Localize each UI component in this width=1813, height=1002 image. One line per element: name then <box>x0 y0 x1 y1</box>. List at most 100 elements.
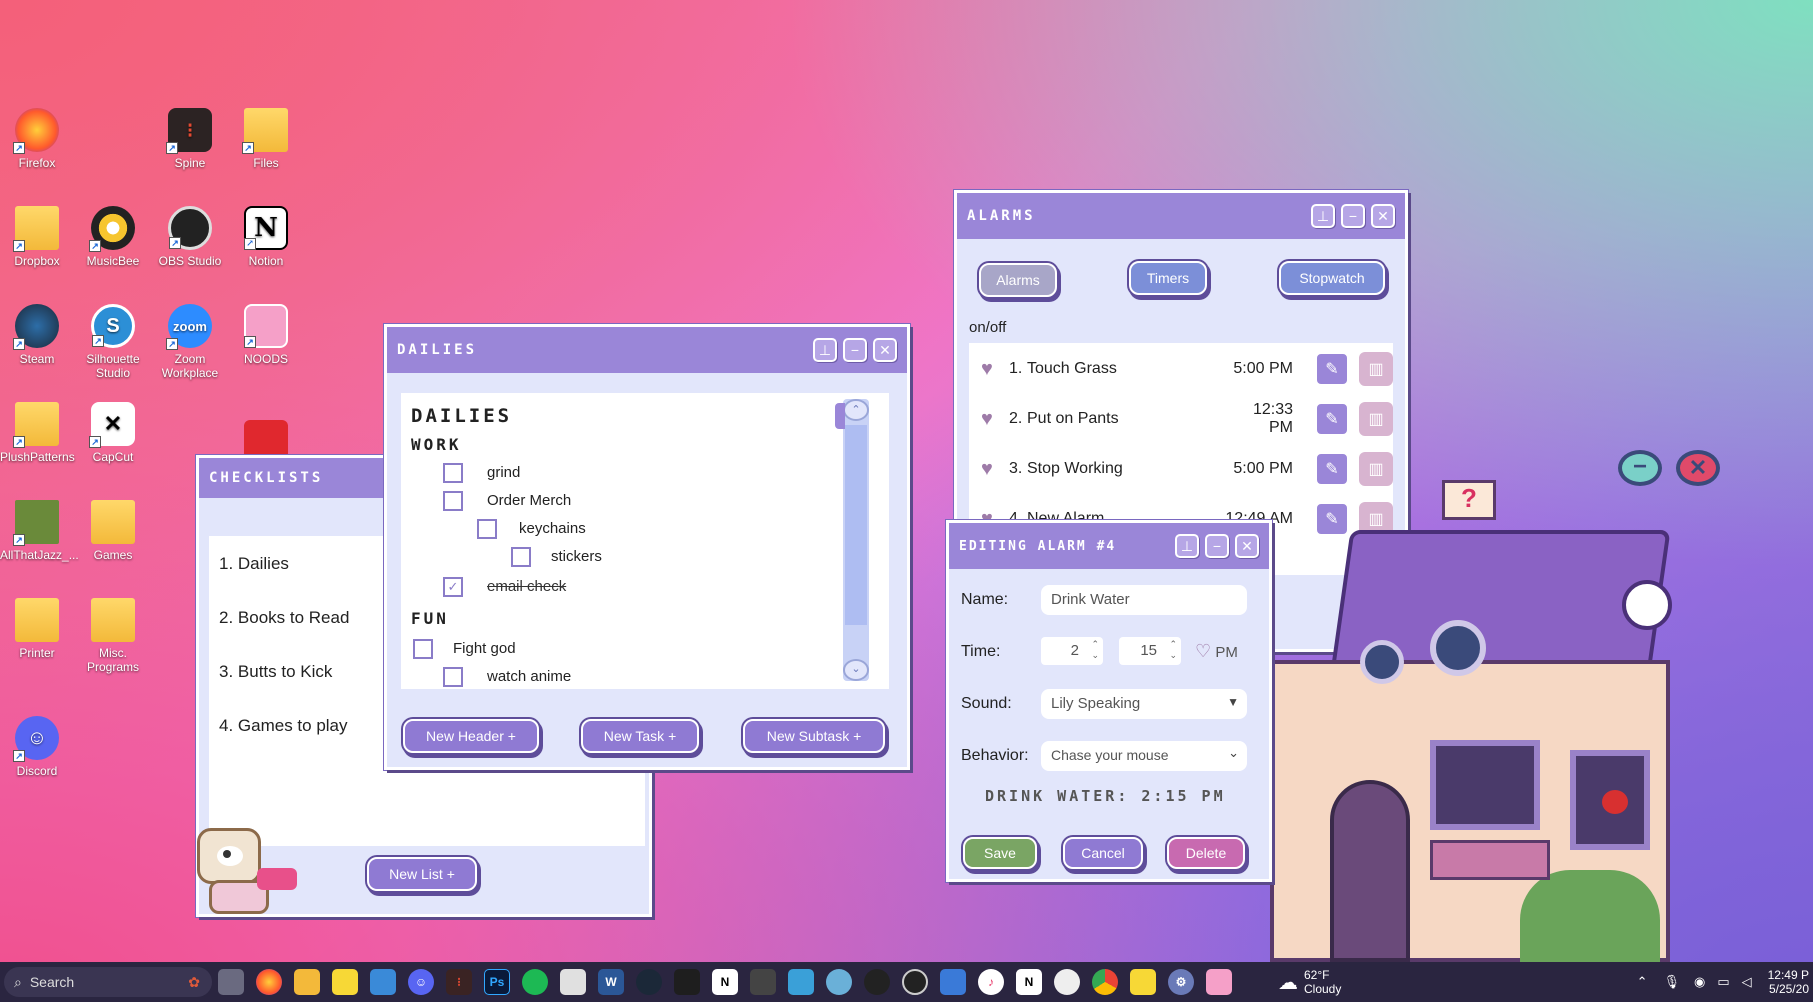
tab-stopwatch[interactable]: Stopwatch <box>1279 261 1385 295</box>
ampm-toggle[interactable]: ♡ PM <box>1195 641 1238 662</box>
subtask-label[interactable]: stickers <box>551 548 602 565</box>
desktop-icon-allthatjazz[interactable]: ↗ AllThatJazz_... <box>0 500 79 562</box>
behavior-select[interactable]: Chase your mouse ⌄ <box>1041 741 1247 771</box>
sticky-notes-icon[interactable] <box>332 969 358 995</box>
desktop-icon-discord[interactable]: ☺ ↗ Discord <box>0 716 74 778</box>
clock[interactable]: 12:49 P 5/25/20 <box>1768 968 1809 996</box>
pin-icon[interactable]: ⊥ <box>1175 534 1199 558</box>
scroll-up-icon[interactable]: ⌃ <box>843 399 869 421</box>
pin-icon[interactable]: ⊥ <box>1311 204 1335 228</box>
delete-button[interactable]: Delete <box>1167 837 1245 869</box>
task-view-icon[interactable] <box>218 969 244 995</box>
minute-stepper[interactable]: 15 ⌃ ⌄ <box>1119 637 1181 665</box>
task-checkbox[interactable] <box>443 667 463 687</box>
task-checkbox[interactable] <box>443 463 463 483</box>
file-explorer-icon[interactable] <box>294 969 320 995</box>
task-checkbox-checked[interactable]: ✓ <box>443 577 463 597</box>
desktop-icon-capcut[interactable]: ✕ ↗ CapCut <box>76 402 150 464</box>
trash-icon[interactable]: ▥ <box>1359 402 1393 436</box>
new-subtask-button[interactable]: New Subtask + <box>743 719 885 753</box>
chevron-up-icon[interactable]: ⌃ <box>1637 974 1648 990</box>
stepper-arrows-icon[interactable]: ⌃ ⌄ <box>1169 639 1177 661</box>
desktop-icon-dropbox[interactable]: ↗ Dropbox <box>0 206 74 268</box>
hour-stepper[interactable]: 2 ⌃ ⌄ <box>1041 637 1103 665</box>
edit-icon[interactable]: ✎ <box>1315 402 1349 436</box>
desktop-icon-obs[interactable]: ↗ OBS Studio <box>153 206 227 268</box>
noods-icon[interactable] <box>1206 969 1232 995</box>
edit-icon[interactable]: ✎ <box>1315 352 1349 386</box>
microphone-icon[interactable]: 🎙 <box>1663 974 1680 990</box>
heart-toggle-icon[interactable]: ♥ <box>981 358 1009 381</box>
discord-icon[interactable]: ☺ <box>408 969 434 995</box>
alarm-row[interactable]: ♥ 2. Put on Pants 12:33 PM ✎ ▥ <box>981 397 1393 441</box>
figma-icon[interactable] <box>674 969 700 995</box>
sticky-notes-icon[interactable] <box>1130 969 1156 995</box>
github-icon[interactable] <box>1054 969 1080 995</box>
unity-icon[interactable] <box>750 969 776 995</box>
snipping-icon[interactable] <box>560 969 586 995</box>
desktop-icon-plushpatterns[interactable]: ↗ PlushPatterns <box>0 402 75 464</box>
minimize-icon[interactable]: − <box>1205 534 1229 558</box>
task-label[interactable]: watch anime <box>487 668 571 685</box>
list-item[interactable]: 1. Dailies <box>219 554 289 574</box>
task-label-done[interactable]: email check <box>487 578 566 595</box>
scroll-down-icon[interactable]: ⌄ <box>843 659 869 681</box>
settings-gear-icon[interactable]: ⚙ <box>1168 969 1194 995</box>
save-button[interactable]: Save <box>963 837 1037 869</box>
word-icon[interactable]: W <box>598 969 624 995</box>
photoshop-icon[interactable]: Ps <box>484 969 510 995</box>
sound-select[interactable]: Lily Speaking ▼ <box>1041 689 1247 719</box>
steam-icon[interactable] <box>636 969 662 995</box>
desktop-icon-silhouette[interactable]: S ↗ Silhouette Studio <box>76 304 150 380</box>
desktop-icon-games[interactable]: Games <box>76 500 150 562</box>
task-checkbox[interactable] <box>443 491 463 511</box>
close-icon[interactable]: ✕ <box>873 338 897 362</box>
new-header-button[interactable]: New Header + <box>403 719 539 753</box>
minimize-icon[interactable]: − <box>843 338 867 362</box>
close-icon[interactable]: ✕ <box>1371 204 1395 228</box>
task-label[interactable]: grind <box>487 464 520 481</box>
desktop-icon-zoom[interactable]: zoom ↗ Zoom Workplace <box>153 304 227 380</box>
desktop-icon-spine[interactable]: ⁝ ↗ Spine <box>153 108 227 170</box>
cancel-button[interactable]: Cancel <box>1063 837 1143 869</box>
obs-icon[interactable] <box>902 969 928 995</box>
name-input[interactable]: Drink Water <box>1041 585 1247 615</box>
photos-icon[interactable] <box>370 969 396 995</box>
desktop-icon-files[interactable]: ↗ Files <box>229 108 303 170</box>
firefox-icon[interactable] <box>256 969 282 995</box>
tab-timers[interactable]: Timers <box>1129 261 1207 295</box>
spotify-icon[interactable] <box>522 969 548 995</box>
list-item[interactable]: 4. Games to play <box>219 716 348 736</box>
minimize-icon[interactable]: − <box>1341 204 1365 228</box>
dailies-titlebar[interactable]: DAILIES ⊥ − ✕ <box>387 327 907 373</box>
chrome-icon[interactable] <box>1092 969 1118 995</box>
desktop-icon-noods[interactable]: ↗ NOODS <box>229 304 303 366</box>
edit-alarm-titlebar[interactable]: EDITING ALARM #4 ⊥ − ✕ <box>949 523 1269 569</box>
shield-icon[interactable] <box>788 969 814 995</box>
notion-icon[interactable]: N <box>712 969 738 995</box>
tab-alarms[interactable]: Alarms <box>979 263 1057 297</box>
section-header[interactable]: FUN <box>411 609 449 628</box>
display-icon[interactable]: ▭ <box>1717 974 1729 990</box>
heart-toggle-icon[interactable]: ♥ <box>981 408 1009 431</box>
stepper-arrows-icon[interactable]: ⌃ ⌄ <box>1091 639 1099 661</box>
desktop-icon-misc-programs[interactable]: Misc. Programs <box>76 598 150 674</box>
itunes-icon[interactable]: ♪ <box>978 969 1004 995</box>
volume-icon[interactable]: ◁ <box>1742 974 1752 990</box>
desktop-icon-notion[interactable]: N ↗ Notion <box>229 206 303 268</box>
scrollbar[interactable]: ⌃ ⌄ <box>843 399 869 681</box>
spine-icon[interactable]: ⁝ <box>446 969 472 995</box>
heart-toggle-icon[interactable]: ♥ <box>981 458 1009 481</box>
app-shortcut-icon[interactable] <box>244 420 288 460</box>
desktop-icon-firefox[interactable]: ↗ Firefox <box>0 108 74 170</box>
subtask-checkbox[interactable] <box>511 547 531 567</box>
search-box[interactable]: ⌕ Search ✿ <box>4 967 212 997</box>
weather-widget[interactable]: ☁ 62°F Cloudy <box>1278 968 1341 996</box>
new-list-button[interactable]: New List + <box>367 857 477 891</box>
trash-icon[interactable]: ▥ <box>1359 352 1393 386</box>
task-label[interactable]: Fight god <box>453 640 516 657</box>
pin-icon[interactable]: ⊥ <box>813 338 837 362</box>
list-item[interactable]: 2. Books to Read <box>219 608 349 628</box>
widget-close-icon[interactable]: ✕ <box>1676 450 1720 486</box>
close-icon[interactable]: ✕ <box>1235 534 1259 558</box>
